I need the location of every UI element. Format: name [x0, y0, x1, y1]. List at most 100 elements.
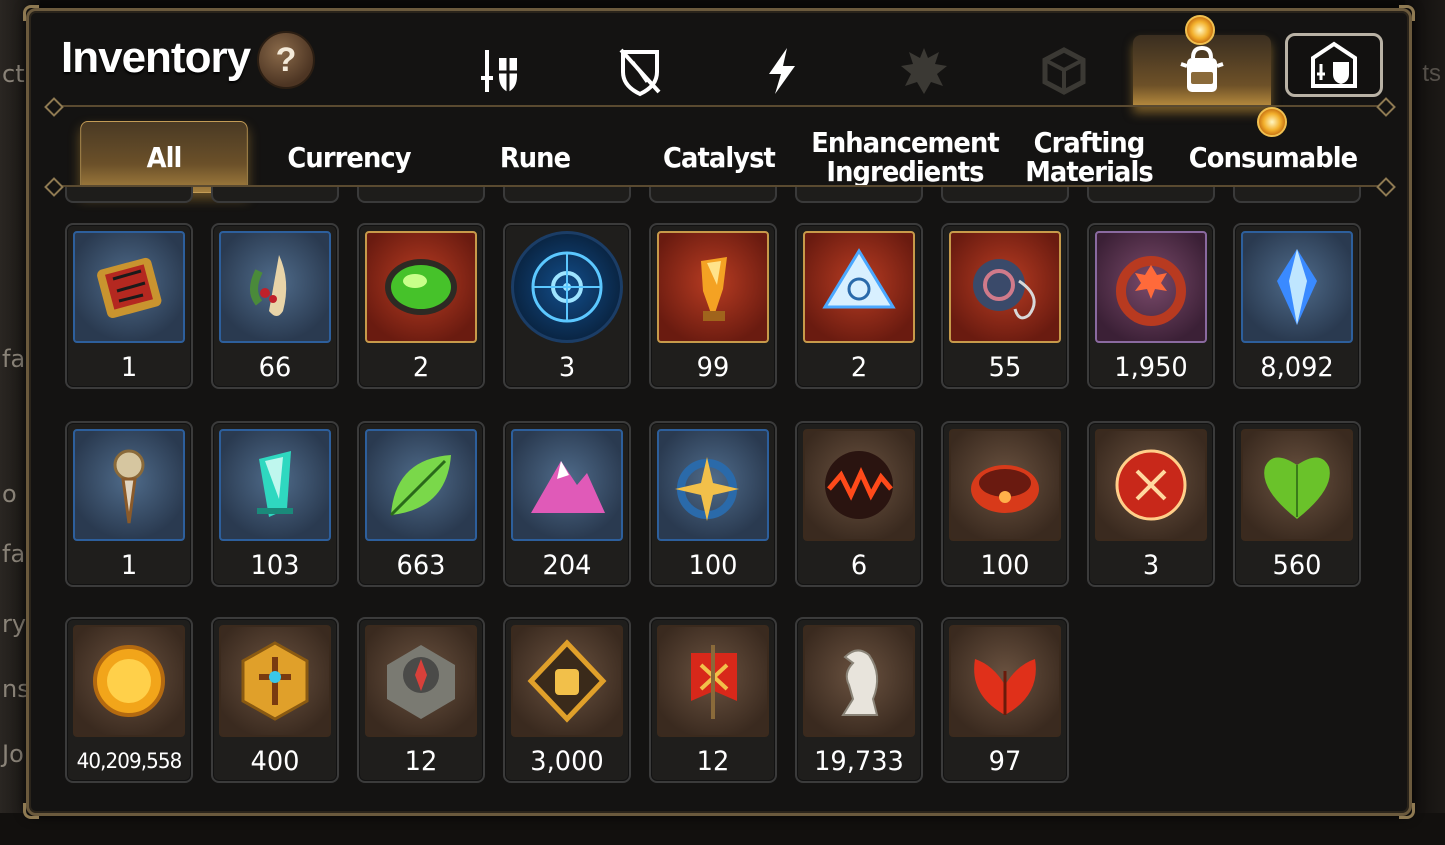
item-frame [803, 625, 915, 737]
triquetra-crystal-icon [822, 248, 896, 309]
corner-ornament [23, 5, 39, 21]
item-slot-partial[interactable]: 20 [357, 187, 485, 203]
item-frame [949, 231, 1061, 343]
pink-mountain-icon [531, 461, 605, 513]
lightning-icon [769, 48, 795, 94]
item-slot[interactable]: 3 [503, 223, 631, 389]
item-frame [949, 625, 1061, 737]
item-slot[interactable]: 2 [795, 223, 923, 389]
green-gem-icon [385, 259, 457, 315]
item-slot[interactable]: 40,209,558 [65, 617, 193, 783]
tab-all[interactable]: All [80, 121, 248, 193]
tab-cube[interactable] [995, 35, 1133, 107]
item-slot[interactable]: 12 [649, 617, 777, 783]
item-quantity: 1,950 [1114, 352, 1188, 383]
fist-badge-icon [527, 639, 607, 723]
item-quantity: 99 [696, 352, 730, 383]
item-quantity: 97 [988, 746, 1022, 777]
item-quantity: 103 [250, 550, 300, 581]
tab-gear[interactable] [431, 35, 569, 107]
item-quantity: 55 [988, 352, 1022, 383]
header-divider [53, 105, 1387, 107]
item-slot[interactable]: 1,950 [1087, 223, 1215, 389]
item-quantity: 1 [120, 352, 138, 383]
backpack-icon [1180, 45, 1224, 92]
item-quantity: 3,000 [530, 746, 604, 777]
tab-castle[interactable] [1285, 33, 1383, 97]
item-slot[interactable]: 100 [649, 421, 777, 587]
corner-ornament [23, 803, 39, 819]
item-slot[interactable]: 99 [649, 223, 777, 389]
blue-crystal-icon [1277, 249, 1317, 325]
item-frame [365, 231, 477, 343]
item-slot-partial[interactable]: 22 [649, 187, 777, 203]
item-slot[interactable]: 66 [211, 223, 339, 389]
item-slot[interactable]: 97 [941, 617, 1069, 783]
tab-monsters[interactable] [855, 35, 993, 107]
circuit-tablet-icon [97, 257, 162, 319]
item-frame [511, 625, 623, 737]
item-grid: 430 10 20 10 22 22 10 22 20 1 66 2 3 99 2 55 1,950 8,092… [57, 187, 1393, 807]
background-bottom [0, 813, 1445, 845]
item-slot-partial[interactable]: 10 [503, 187, 631, 203]
item-quantity: 2 [850, 352, 868, 383]
item-frame [511, 429, 623, 541]
help-button[interactable]: ? [257, 31, 315, 89]
item-frame [803, 231, 915, 343]
tab-crafting-materials[interactable]: Crafting Materials [1004, 121, 1173, 193]
item-slot[interactable]: 6 [795, 421, 923, 587]
pendant-icon [973, 259, 1036, 320]
gold-coin-icon [93, 645, 165, 717]
teal-crystal-icon [257, 451, 293, 517]
tab-skills[interactable] [713, 35, 851, 107]
flower-ring-icon [1116, 256, 1186, 326]
item-quantity: 6 [850, 550, 868, 581]
item-quantity: 663 [396, 550, 446, 581]
item-slot[interactable]: 2 [357, 223, 485, 389]
item-slot[interactable]: 12 [357, 617, 485, 783]
item-quantity: 12 [696, 746, 730, 777]
item-frame [1095, 231, 1207, 343]
item-slot-partial[interactable]: 22 [1087, 187, 1215, 203]
tab-enhancement-ingredients[interactable]: Enhancement Ingredients [811, 121, 1000, 193]
item-quantity: 66 [258, 352, 292, 383]
item-frame [511, 231, 623, 343]
tab-shield[interactable] [571, 35, 709, 107]
corner-ornament [1399, 803, 1415, 819]
item-slot-partial[interactable]: 20 [1233, 187, 1361, 203]
item-quantity: 3 [558, 352, 576, 383]
item-slot[interactable]: 8,092 [1233, 223, 1361, 389]
item-slot[interactable]: 1 [65, 223, 193, 389]
item-slot[interactable]: 103 [211, 421, 339, 587]
item-slot[interactable]: 560 [1233, 421, 1361, 587]
tab-rune[interactable]: Rune [450, 121, 619, 193]
item-slot-partial[interactable]: 10 [211, 187, 339, 203]
item-slot[interactable]: 55 [941, 223, 1069, 389]
item-slot[interactable]: 19,733 [795, 617, 923, 783]
item-slot-partial[interactable]: 22 [795, 187, 923, 203]
corner-ornament [1399, 5, 1415, 21]
item-slot-partial[interactable]: 430 [65, 187, 193, 203]
item-slot[interactable]: 3 [1087, 421, 1215, 587]
item-quantity: 1 [120, 550, 138, 581]
tab-inventory[interactable] [1133, 35, 1271, 107]
item-quantity: 560 [1272, 550, 1322, 581]
tab-currency[interactable]: Currency [264, 121, 433, 193]
tab-catalyst[interactable]: Catalyst [634, 121, 803, 193]
item-slot[interactable]: 400 [211, 617, 339, 783]
item-slot[interactable]: 100 [941, 421, 1069, 587]
item-quantity: 8,092 [1260, 352, 1334, 383]
item-slot[interactable]: 3,000 [503, 617, 631, 783]
green-heart-icon [1264, 457, 1330, 519]
red-seal-icon [1115, 449, 1187, 521]
item-slot[interactable]: 663 [357, 421, 485, 587]
item-slot[interactable]: 204 [503, 421, 631, 587]
ginseng-root-icon [250, 255, 287, 316]
item-quantity: 40,209,558 [76, 749, 183, 773]
item-quantity: 2 [412, 352, 430, 383]
item-quantity: 100 [688, 550, 738, 581]
inventory-panel: Inventory ? All Currency Rune Catalyst E… [23, 5, 1415, 819]
item-slot[interactable]: 1 [65, 421, 193, 587]
item-slot-partial[interactable]: 10 [941, 187, 1069, 203]
item-quantity: 12 [404, 746, 438, 777]
